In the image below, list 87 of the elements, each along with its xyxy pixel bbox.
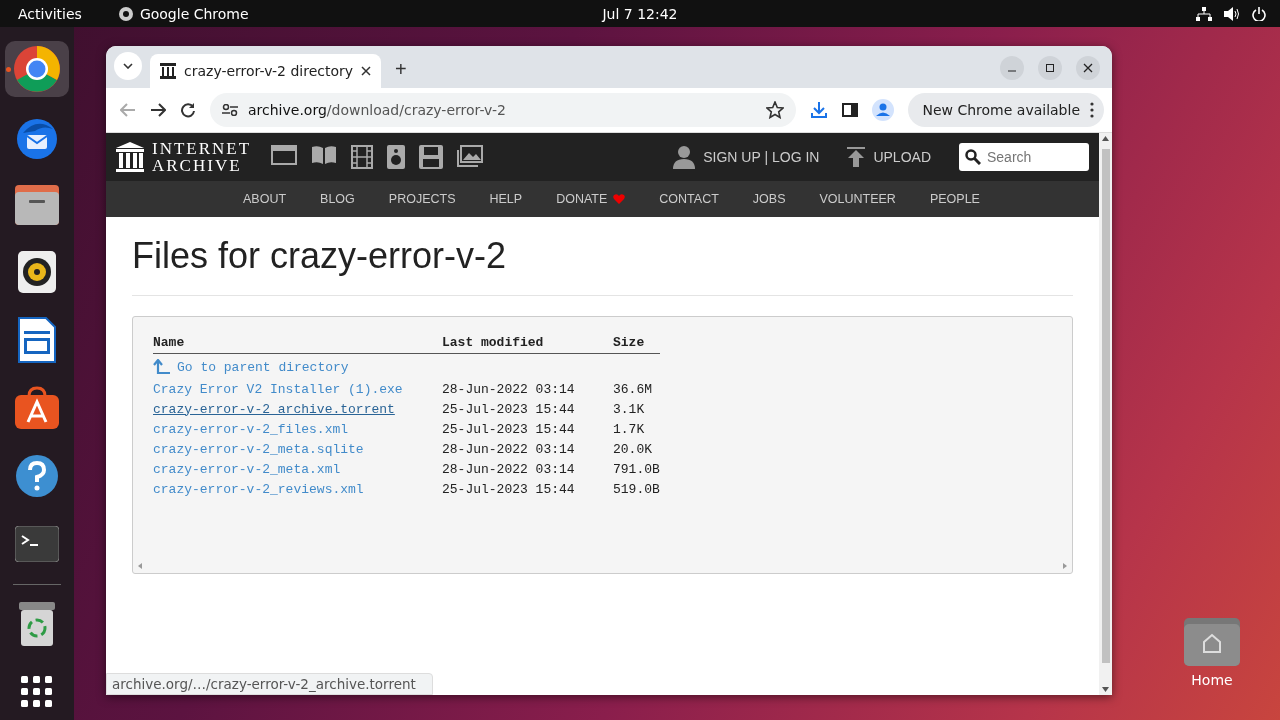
minimize-button[interactable] — [1000, 56, 1024, 80]
terminal-icon — [15, 525, 59, 562]
site-settings-icon[interactable] — [222, 104, 238, 116]
maximize-button[interactable] — [1038, 56, 1062, 80]
nav-link[interactable]: ABOUT — [226, 192, 304, 206]
columns-icon — [160, 63, 176, 79]
page-title: Files for crazy-error-v-2 — [132, 235, 508, 277]
home-folder-icon[interactable] — [1184, 618, 1240, 666]
temple-icon[interactable] — [116, 142, 144, 172]
modified-date: 25-Jul-2023 15:44 — [442, 401, 575, 417]
web-page-icon[interactable] — [271, 145, 298, 165]
speaker-icon[interactable] — [387, 145, 406, 169]
chevron-down-icon — [123, 63, 133, 69]
trash-icon — [19, 602, 55, 647]
upload-link[interactable]: UPLOAD — [841, 146, 937, 168]
update-chip[interactable]: New Chrome available — [908, 93, 1104, 127]
new-tab-button[interactable]: + — [389, 57, 413, 82]
download-icon[interactable] — [810, 101, 829, 119]
nav-link[interactable]: JOBS — [735, 192, 803, 206]
shopping-bag-icon — [14, 385, 60, 430]
app-icon — [117, 5, 134, 22]
speaker-icon — [17, 250, 57, 295]
modified-date: 28-Jun-2022 03:14 — [442, 381, 575, 397]
forward-icon[interactable] — [150, 103, 166, 117]
image-icon[interactable] — [457, 145, 484, 167]
tab-search-button[interactable] — [114, 52, 142, 80]
close-icon — [1083, 63, 1093, 73]
file-link[interactable]: crazy-error-v-2_archive.torrent — [153, 401, 395, 417]
status-url: archive.org/…/crazy-error-v-2_archive.torrent — [106, 673, 433, 695]
more-icon[interactable] — [1090, 102, 1094, 118]
site-logo-text[interactable]: INTERNET ARCHIVE — [152, 140, 252, 174]
file-size: 791.0B — [613, 461, 660, 477]
document-icon — [18, 317, 56, 364]
browser-tab[interactable]: crazy-error-v-2 directory — [150, 54, 382, 88]
nav-link[interactable]: HELP — [472, 192, 540, 206]
network-icon[interactable] — [1196, 6, 1212, 21]
up-arrow-icon — [153, 359, 171, 375]
scroll-left-icon[interactable] — [137, 563, 143, 569]
nav-link[interactable]: CONTACT — [642, 192, 736, 206]
search-icon — [965, 149, 981, 165]
nav-link[interactable]: PEOPLE — [912, 192, 997, 206]
modified-date: 28-Jun-2022 03:14 — [442, 461, 575, 477]
clock[interactable]: Jul 7 12:42 — [602, 5, 678, 22]
app-grid-icon — [21, 676, 53, 709]
activities-button[interactable]: Activities — [0, 5, 100, 22]
column-header: Last modified — [442, 335, 613, 354]
sign-in-link[interactable]: SIGN UP | LOG IN — [667, 144, 826, 170]
reload-icon[interactable] — [180, 102, 196, 118]
close-button[interactable] — [1076, 56, 1100, 80]
dock-item[interactable] — [5, 41, 69, 97]
app-name[interactable]: Google Chrome — [139, 5, 249, 22]
file-size: 36.6M — [613, 381, 652, 397]
maximize-icon — [1045, 63, 1055, 73]
file-size: 20.0K — [613, 441, 652, 457]
folder-icon — [14, 183, 60, 226]
scrollbar[interactable] — [1099, 133, 1112, 695]
search-field[interactable]: Search — [959, 143, 1089, 171]
volume-icon[interactable] — [1224, 6, 1240, 21]
desktop-icon-label[interactable]: Home — [1191, 672, 1233, 688]
book-icon[interactable] — [311, 145, 338, 165]
upload-icon — [847, 147, 866, 167]
help-icon — [15, 453, 59, 498]
modified-date: 28-Jun-2022 03:14 — [442, 441, 575, 457]
scroll-right-icon[interactable] — [1062, 563, 1068, 569]
scroll-down-icon[interactable] — [1102, 687, 1109, 692]
person-icon — [673, 145, 696, 169]
nav-link[interactable]: VOLUNTEER — [802, 192, 913, 206]
scroll-up-icon[interactable] — [1102, 136, 1109, 141]
file-size: 519.0B — [613, 481, 660, 497]
power-icon[interactable] — [1252, 6, 1266, 21]
nav-link[interactable]: PROJECTS — [371, 192, 473, 206]
star-icon[interactable] — [766, 101, 785, 119]
browser-icon — [13, 44, 61, 93]
column-header: Name — [153, 335, 442, 354]
address-bar[interactable]: archive.org/download/crazy-error-v-2 — [210, 93, 797, 127]
modified-date: 25-Jul-2023 15:44 — [442, 481, 575, 497]
nav-link[interactable]: DONATE — [539, 192, 643, 206]
file-size: 3.1K — [613, 401, 645, 417]
minimize-icon — [1008, 70, 1016, 72]
profile-icon[interactable] — [872, 99, 895, 121]
column-header: Size — [613, 335, 660, 354]
film-icon[interactable] — [351, 145, 374, 169]
nav-link[interactable]: BLOG — [303, 192, 372, 206]
file-size: 1.7K — [613, 421, 645, 437]
close-icon[interactable] — [361, 66, 372, 76]
modified-date: 25-Jul-2023 15:44 — [442, 421, 575, 437]
side-panel-icon[interactable] — [842, 102, 859, 118]
